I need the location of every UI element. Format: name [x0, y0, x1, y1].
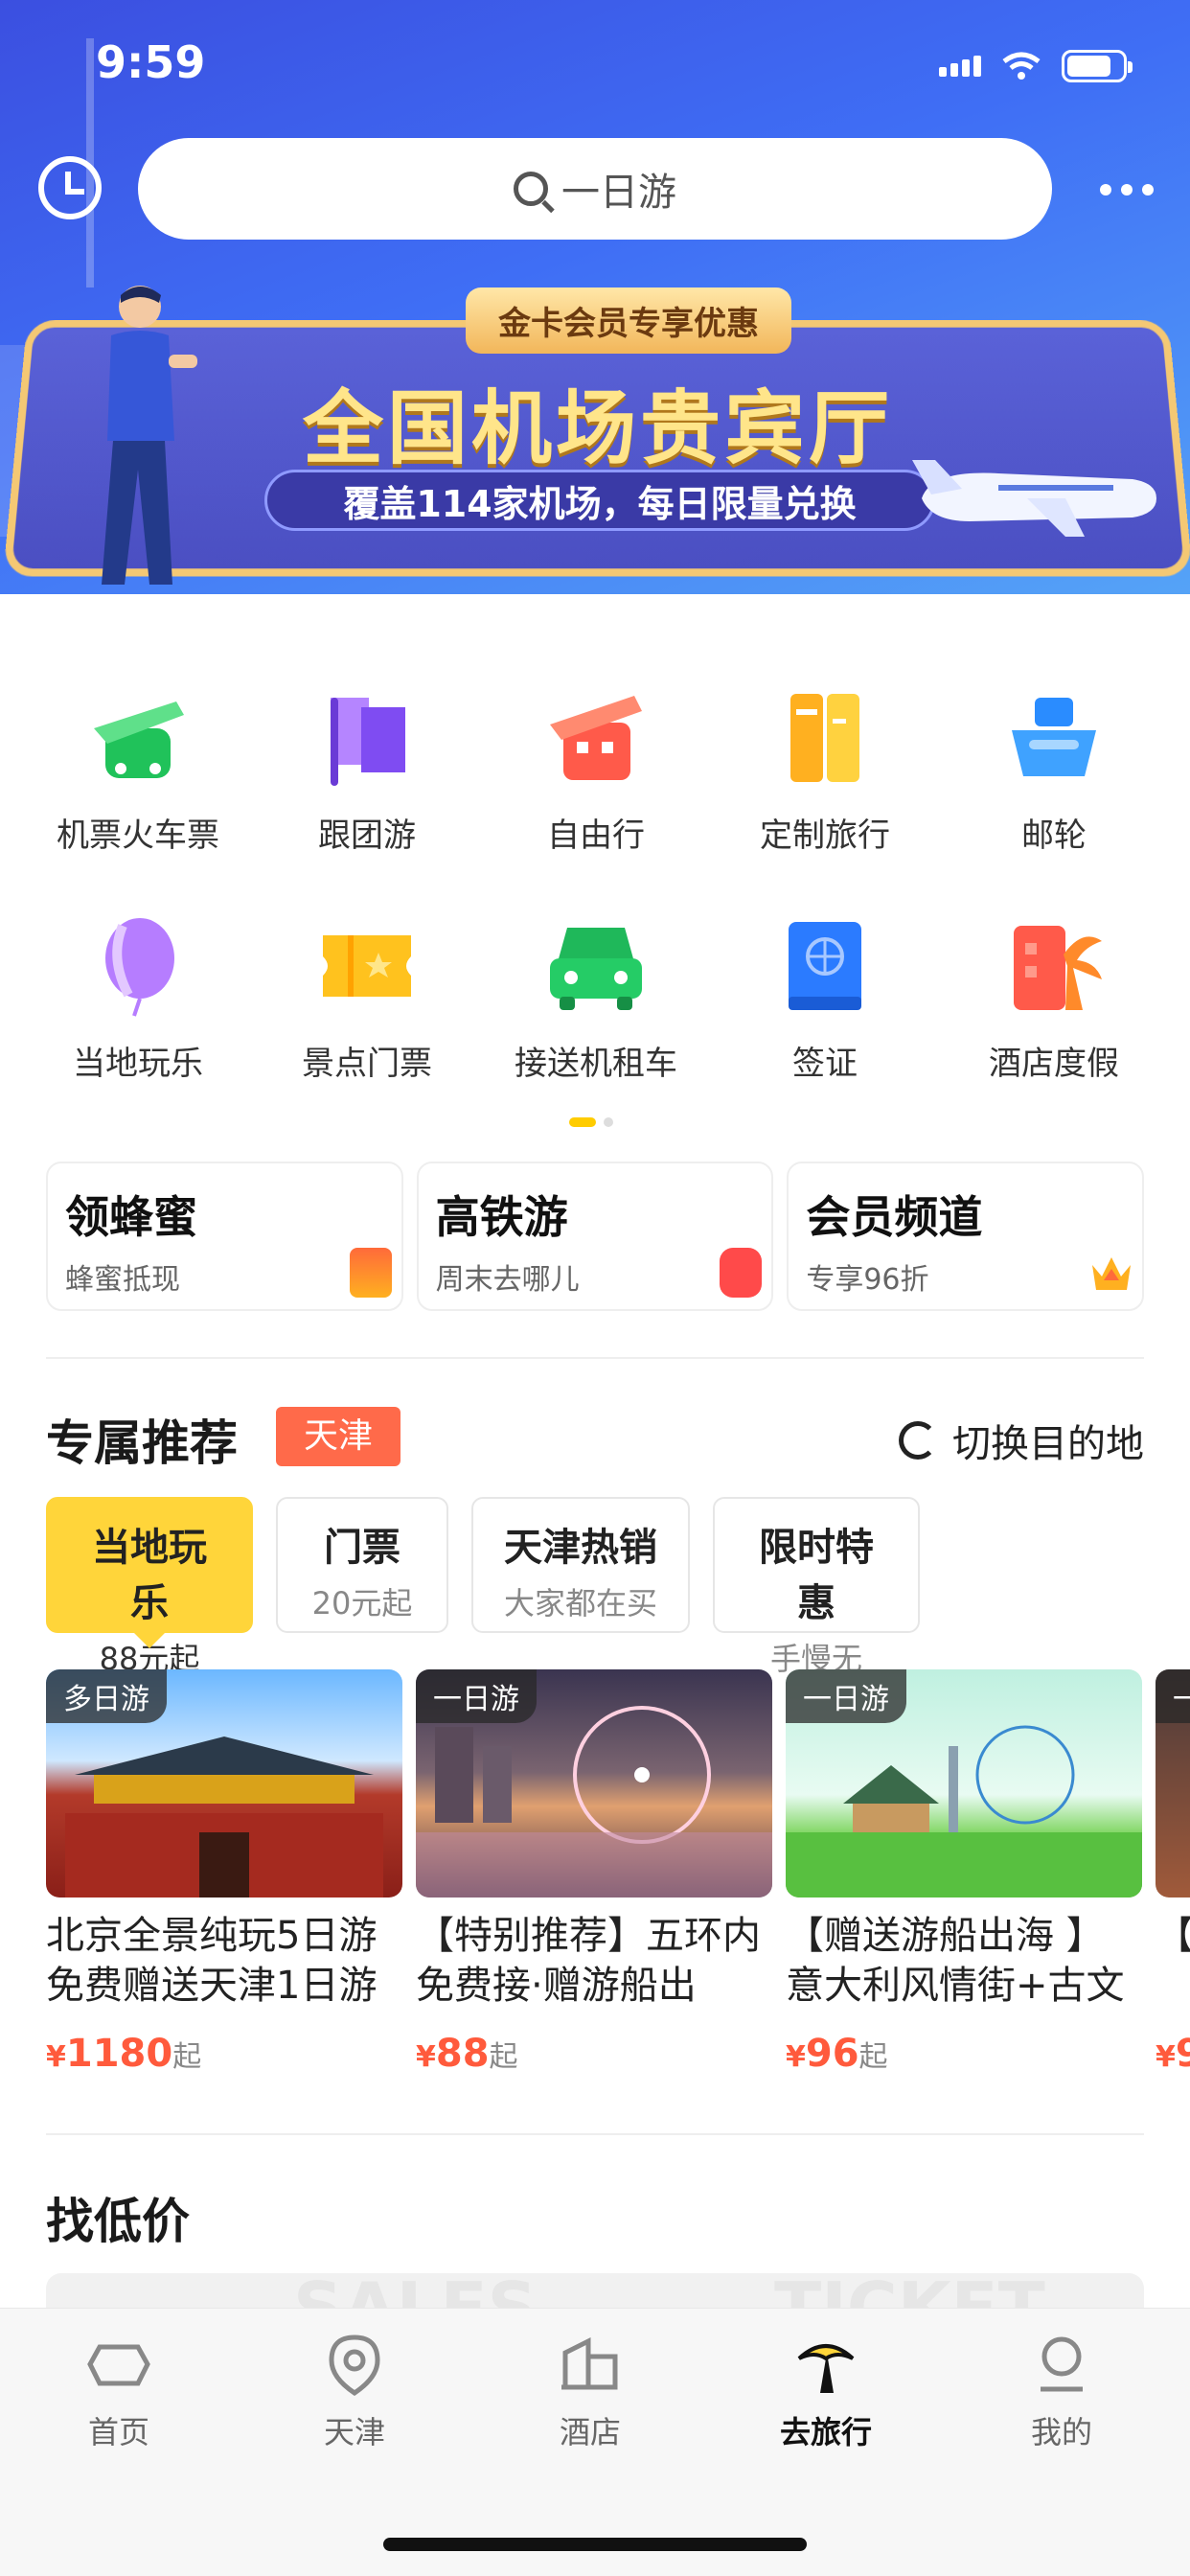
free-travel-icon: [550, 696, 642, 780]
divider: [46, 1357, 1144, 1359]
grid-item-tickets[interactable]: 景点门票: [252, 908, 482, 1084]
tab-mine[interactable]: 我的: [985, 2330, 1138, 2452]
quick-cards: 领蜂蜜 蜂蜜抵现 高铁游 周末去哪儿 会员频道 专享96折: [46, 1162, 1145, 1311]
palm-tree-icon: [797, 2344, 855, 2393]
train-icon: [720, 1248, 763, 1298]
grid-item-hotel-vacation[interactable]: 酒店度假: [939, 908, 1169, 1084]
product-image: 一: [1156, 1669, 1190, 1898]
recommend-title: 专属推荐: [46, 1415, 238, 1471]
location-pin-icon: [329, 2334, 380, 2397]
ruler-pencil-icon: [790, 694, 859, 782]
balloon-icon: [105, 918, 174, 1017]
switch-destination-button[interactable]: 切换目的地: [899, 1413, 1144, 1468]
grid-item-visa[interactable]: 签证: [710, 908, 940, 1084]
product-card[interactable]: 一日游 【特别推荐】五环内免费接·赠游船出 ¥88起: [416, 1669, 772, 2076]
grid-item-group-tour[interactable]: 跟团游: [252, 680, 482, 856]
grid-item-cruise[interactable]: 邮轮: [939, 680, 1169, 856]
search-icon: [514, 172, 548, 206]
page-indicator: [569, 1117, 613, 1127]
cellular-signal-icon: [939, 56, 981, 77]
status-time: 9:59: [96, 36, 206, 88]
home-icon: [87, 2344, 150, 2386]
cruise-ship-icon: [1012, 698, 1096, 776]
traveler-illustration: [102, 286, 197, 585]
grid-item-custom-travel[interactable]: 定制旅行: [710, 680, 940, 856]
tab-hotel[interactable]: 酒店: [514, 2330, 667, 2452]
card-honey[interactable]: 领蜂蜜 蜂蜜抵现: [46, 1162, 403, 1311]
grid-item-free-travel[interactable]: 自由行: [481, 680, 711, 856]
history-clock-icon[interactable]: [38, 156, 102, 219]
hotel-palm-icon: [1014, 926, 1102, 1010]
user-icon: [1041, 2336, 1083, 2392]
flag-icon: [331, 698, 405, 786]
search-placeholder: 一日游: [561, 171, 676, 215]
tab-home[interactable]: 首页: [42, 2330, 195, 2452]
more-menu-icon[interactable]: [1100, 184, 1154, 196]
bottom-tab-bar: 首页 天津 酒店 去旅行 我的: [0, 2308, 1190, 2576]
hero-header: 9:59 一日游 金卡会员专享优惠 全国机场贵宾厅 覆盖114家机场，每日限量兑…: [0, 0, 1190, 594]
card-high-speed-rail[interactable]: 高铁游 周末去哪儿: [416, 1162, 774, 1311]
passport-icon: [789, 922, 861, 1010]
product-image: 多日游: [46, 1669, 402, 1898]
product-carousel: 多日游 北京全景纯玩5日游免费赠送天津1日游 ¥1180起 一日游 【特别推荐】…: [46, 1669, 1190, 2110]
building-icon: [561, 2336, 618, 2390]
promo-banner[interactable]: 金卡会员专享优惠 全国机场贵宾厅 覆盖114家机场，每日限量兑换: [3, 286, 1190, 585]
search-bar[interactable]: 一日游: [138, 138, 1052, 240]
tab-limited-deal[interactable]: 限时特惠 手慢无: [713, 1497, 920, 1677]
tab-travel[interactable]: 去旅行: [749, 2330, 903, 2452]
wifi-icon: [1002, 52, 1041, 80]
product-card[interactable]: 一日游 【赠送游船出海 】意大利风情街+古文 ¥96起: [786, 1669, 1142, 2076]
home-indicator: [383, 2538, 807, 2551]
crown-icon: [1092, 1257, 1132, 1290]
city-tag: 天津: [276, 1407, 400, 1466]
tab-tickets[interactable]: 门票 20元起: [276, 1497, 448, 1633]
low-price-title: 找低价: [46, 2194, 190, 2249]
status-icons: [939, 50, 1133, 82]
divider: [46, 2133, 1144, 2135]
tab-city[interactable]: 天津: [278, 2330, 431, 2452]
grid-item-car-rental[interactable]: 接送机租车: [481, 908, 711, 1084]
card-member-channel[interactable]: 会员频道 专享96折: [787, 1162, 1145, 1311]
status-bar: 9:59: [0, 36, 1190, 94]
product-card[interactable]: 一 【京 ¥9: [1156, 1669, 1190, 2076]
banner-subtitle: 覆盖114家机场，每日限量兑换: [264, 470, 935, 531]
grid-item-local-fun[interactable]: 当地玩乐: [23, 908, 253, 1084]
refresh-icon: [899, 1421, 937, 1460]
honey-jar-icon: [349, 1248, 392, 1298]
product-image: 一日游: [416, 1669, 772, 1898]
banner-badge: 金卡会员专享优惠: [466, 288, 791, 354]
recommend-tabs: 当地玩乐 88元起 门票 20元起 天津热销 大家都在买 限时特惠 手慢无: [46, 1497, 920, 1677]
product-card[interactable]: 多日游 北京全景纯玩5日游免费赠送天津1日游 ¥1180起: [46, 1669, 402, 2076]
tab-tianjin-hot[interactable]: 天津热销 大家都在买: [471, 1497, 690, 1633]
battery-icon: [1062, 50, 1133, 82]
plane-train-icon: [94, 702, 184, 778]
grid-item-flights-trains[interactable]: 机票火车票: [23, 680, 253, 856]
car-icon: [550, 928, 642, 1010]
tab-local-fun[interactable]: 当地玩乐 88元起: [46, 1497, 253, 1677]
product-image: 一日游: [786, 1669, 1142, 1898]
ticket-icon: [323, 935, 411, 997]
airplane-illustration: [912, 460, 1156, 537]
